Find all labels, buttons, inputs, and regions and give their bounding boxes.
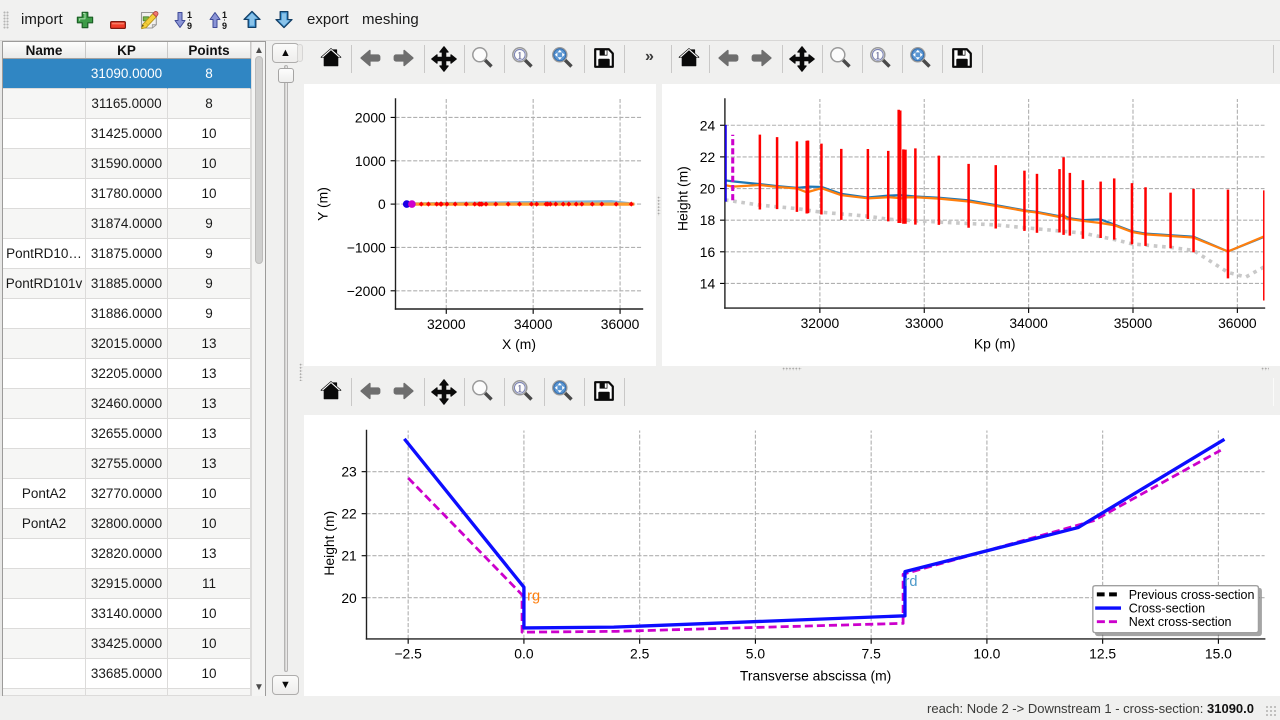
svg-text:Kp (m): Kp (m) bbox=[974, 335, 1016, 351]
svg-text:9: 9 bbox=[222, 21, 227, 30]
svg-text:36000: 36000 bbox=[1218, 315, 1257, 331]
svg-text:1000: 1000 bbox=[355, 153, 386, 169]
svg-text:16: 16 bbox=[700, 244, 716, 260]
svg-text:2000: 2000 bbox=[355, 109, 386, 125]
svg-text:22: 22 bbox=[341, 506, 357, 522]
svg-text:1: 1 bbox=[222, 10, 227, 20]
svg-text:2.5: 2.5 bbox=[630, 646, 650, 662]
svg-text:Height (m): Height (m) bbox=[321, 511, 337, 576]
svg-text:12.5: 12.5 bbox=[1089, 646, 1116, 662]
svg-text:18: 18 bbox=[700, 212, 716, 228]
svg-text:33000: 33000 bbox=[905, 315, 944, 331]
svg-text:32000: 32000 bbox=[427, 316, 466, 332]
svg-text:−2000: −2000 bbox=[347, 283, 386, 299]
svg-text:7.5: 7.5 bbox=[862, 646, 882, 662]
svg-text:15.0: 15.0 bbox=[1205, 646, 1232, 662]
svg-text:36000: 36000 bbox=[601, 316, 640, 332]
svg-text:9: 9 bbox=[187, 21, 192, 30]
svg-text:20: 20 bbox=[341, 590, 357, 606]
svg-text:Previous cross-section: Previous cross-section bbox=[1129, 588, 1255, 602]
svg-text:21: 21 bbox=[341, 548, 357, 564]
svg-text:1: 1 bbox=[187, 10, 192, 20]
svg-text:Cross-section: Cross-section bbox=[1129, 601, 1205, 615]
svg-text:20: 20 bbox=[700, 181, 716, 197]
svg-text:22: 22 bbox=[700, 149, 716, 165]
svg-text:Y (m): Y (m) bbox=[315, 187, 331, 221]
svg-text:rd: rd bbox=[904, 574, 917, 590]
svg-text:Height (m): Height (m) bbox=[675, 166, 691, 231]
svg-text:Transverse abscissa (m): Transverse abscissa (m) bbox=[740, 667, 891, 683]
svg-text:Next cross-section: Next cross-section bbox=[1129, 615, 1232, 629]
svg-text:34000: 34000 bbox=[514, 316, 553, 332]
svg-text:−1000: −1000 bbox=[347, 239, 386, 255]
svg-text:X (m): X (m) bbox=[502, 336, 536, 352]
svg-text:1: 1 bbox=[875, 49, 881, 61]
svg-text:35000: 35000 bbox=[1114, 315, 1153, 331]
svg-text:1: 1 bbox=[517, 383, 523, 395]
svg-text:0: 0 bbox=[378, 196, 386, 212]
svg-text:14: 14 bbox=[700, 275, 716, 291]
svg-text:32000: 32000 bbox=[801, 315, 840, 331]
svg-text:24: 24 bbox=[700, 117, 716, 133]
svg-text:23: 23 bbox=[341, 464, 357, 480]
svg-text:34000: 34000 bbox=[1009, 315, 1048, 331]
svg-text:rg: rg bbox=[527, 589, 540, 605]
svg-text:10.0: 10.0 bbox=[973, 646, 1000, 662]
svg-text:−2.5: −2.5 bbox=[394, 646, 422, 662]
svg-text:1: 1 bbox=[517, 49, 523, 61]
svg-text:0.0: 0.0 bbox=[514, 646, 534, 662]
svg-text:5.0: 5.0 bbox=[746, 646, 766, 662]
